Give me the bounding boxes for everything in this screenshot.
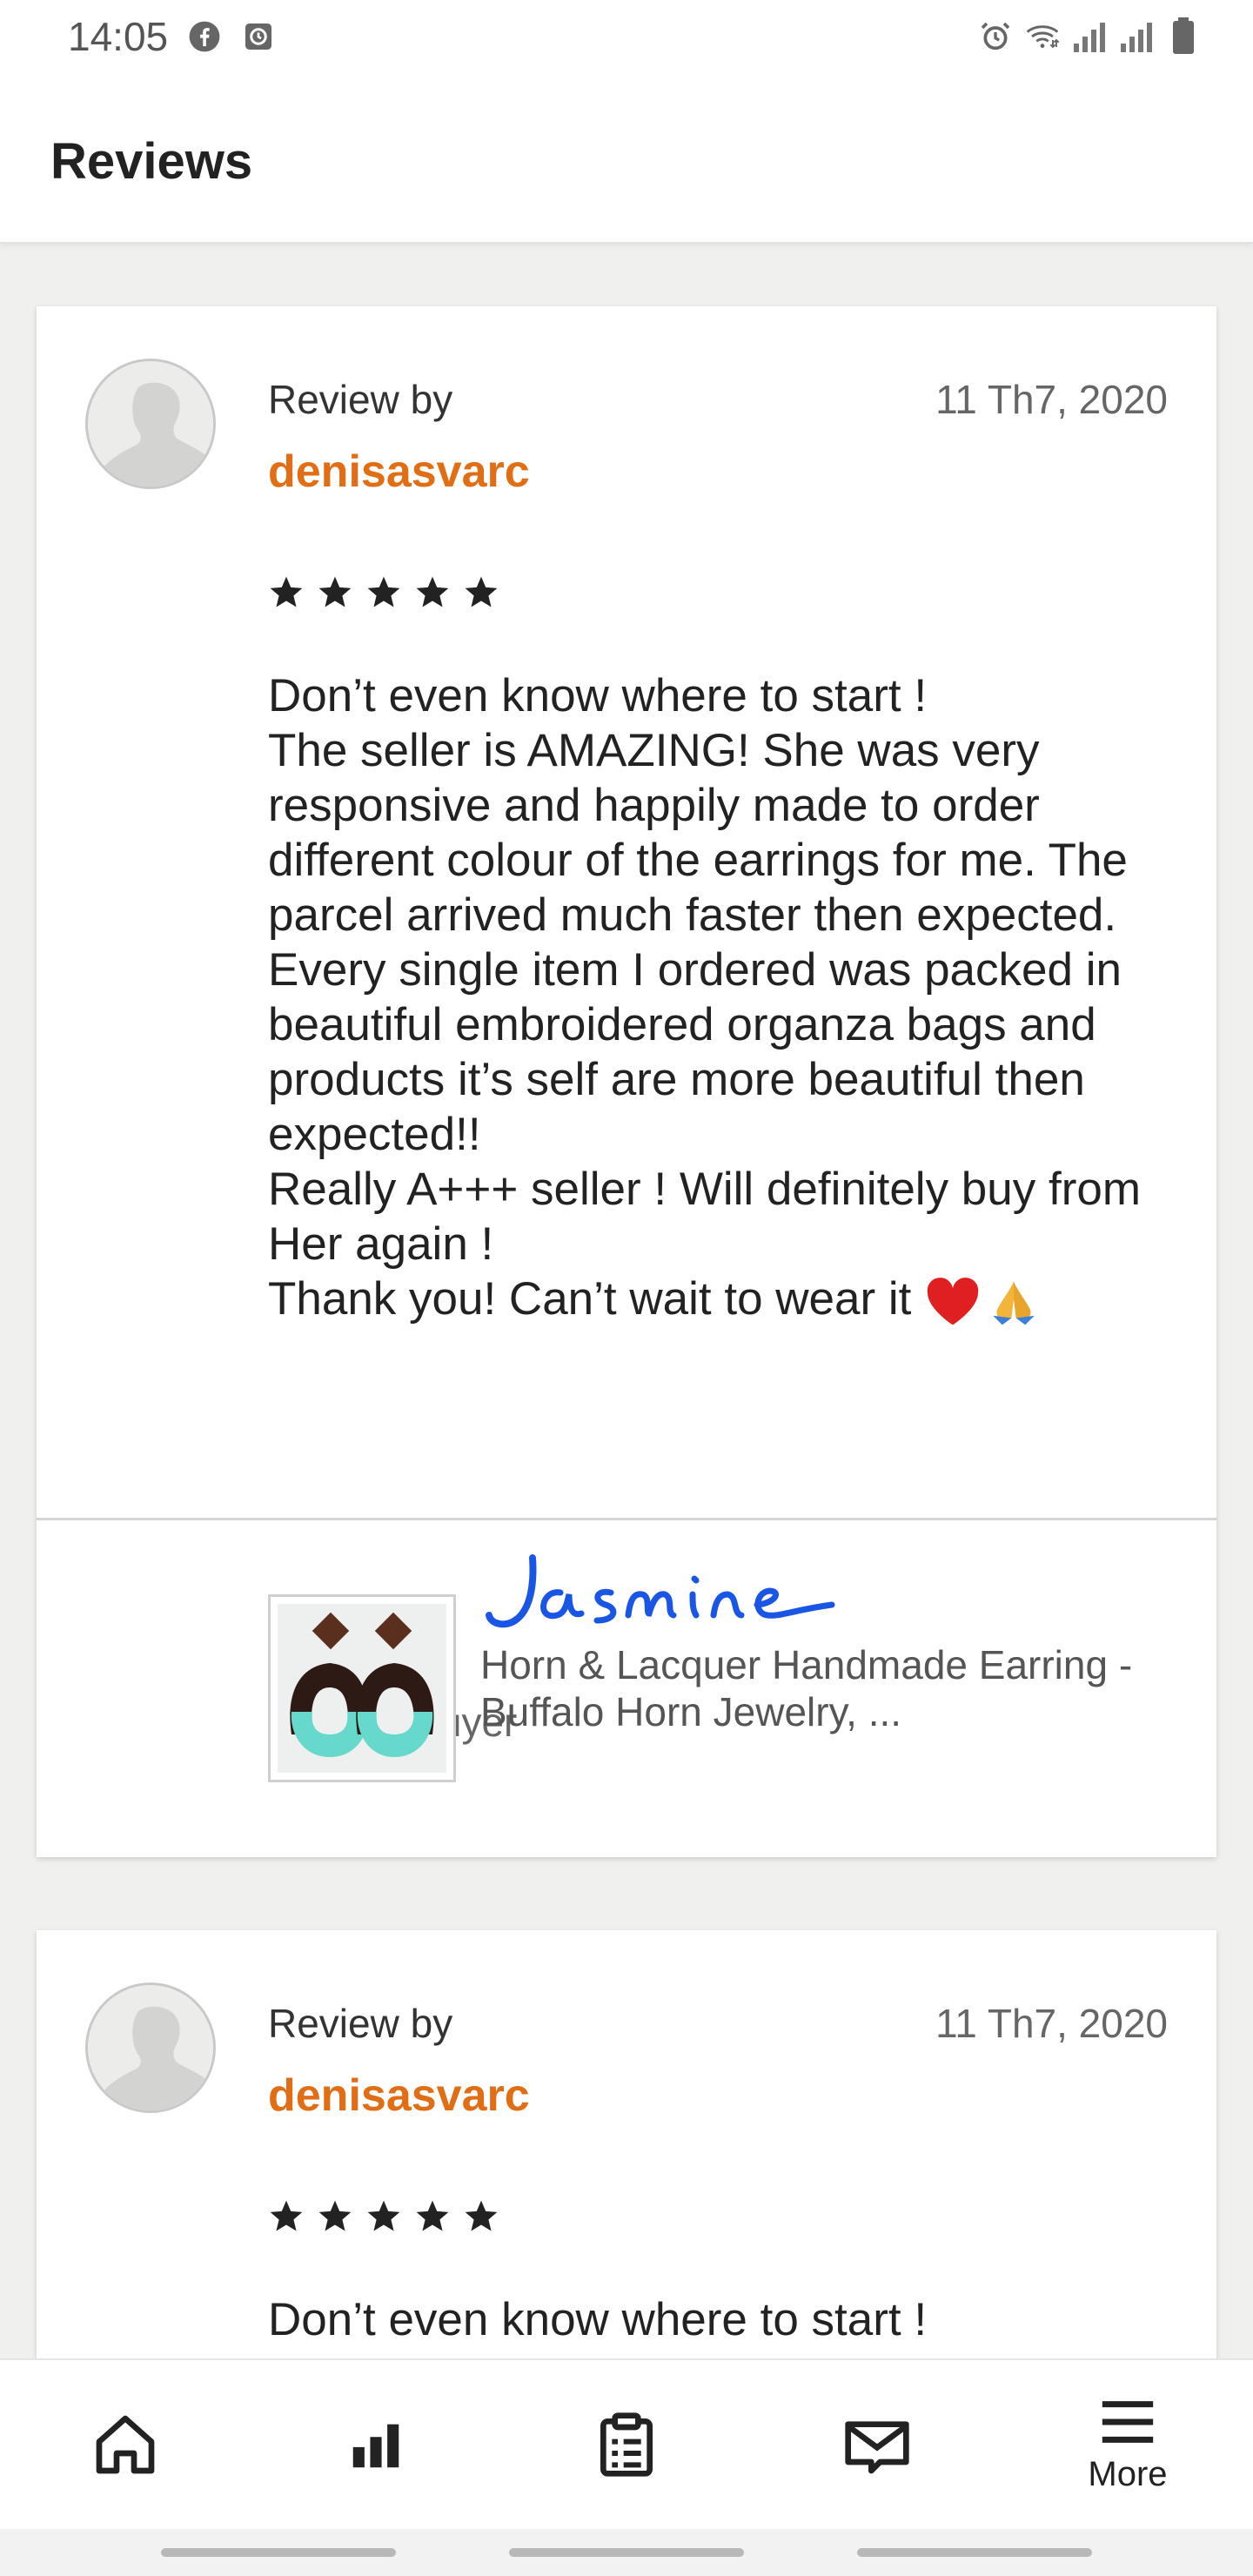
review-by-label: Review by xyxy=(268,377,453,422)
card-divider xyxy=(37,1518,1216,1520)
listing-thumbnail[interactable] xyxy=(268,1594,456,1782)
gesture-pill[interactable] xyxy=(161,2548,396,2557)
gesture-pill[interactable] xyxy=(857,2548,1092,2557)
status-left: 14:05 xyxy=(68,13,276,60)
gesture-bar xyxy=(0,2529,1253,2576)
stats-icon xyxy=(352,2424,399,2468)
page-title: Reviews xyxy=(50,133,253,190)
battery-icon xyxy=(1166,17,1201,54)
nav-stats[interactable] xyxy=(289,2359,463,2530)
signal-2-icon xyxy=(1119,19,1154,54)
star-rating xyxy=(268,2198,499,2235)
review-date: 11 Th7, 2020 xyxy=(935,377,1168,422)
star-icon xyxy=(416,2200,449,2231)
app-header: Reviews xyxy=(0,73,1253,244)
nav-more[interactable]: More xyxy=(1041,2359,1215,2530)
nav-orders[interactable] xyxy=(539,2359,714,2530)
review-emojis xyxy=(924,1277,1042,1327)
star-icon xyxy=(416,576,449,607)
star-icon xyxy=(318,2200,352,2231)
gesture-pill[interactable] xyxy=(509,2548,744,2557)
star-icon xyxy=(367,2200,400,2231)
nav-more-label: More xyxy=(1088,2454,1168,2493)
reviewer-name[interactable]: denisasvarc xyxy=(268,2070,530,2122)
messages-icon xyxy=(845,2421,909,2474)
reviewer-name[interactable]: denisasvarc xyxy=(268,446,530,498)
folded-hands-icon xyxy=(993,1281,1035,1325)
home-icon xyxy=(96,2415,155,2474)
menu-icon xyxy=(1102,2400,1154,2443)
facebook-icon xyxy=(187,19,222,54)
clock-app-icon xyxy=(241,19,276,54)
review-date: 11 Th7, 2020 xyxy=(935,2001,1168,2046)
review-card: Review by 11 Th7, 2020 denisasvarc Don’t… xyxy=(37,306,1216,1857)
avatar[interactable] xyxy=(85,359,216,489)
star-icon xyxy=(270,2200,303,2231)
star-icon xyxy=(318,576,352,607)
review-text: Don’t even know where to start ! The sel… xyxy=(268,668,1190,1327)
status-time: 14:05 xyxy=(68,14,169,59)
review-by-label: Review by xyxy=(268,2001,453,2046)
listing-link[interactable]: Horn & Lacquer Handmade Earring - Buffal… xyxy=(268,1594,1142,1782)
star-icon xyxy=(465,2200,498,2231)
star-icon xyxy=(367,576,400,607)
status-right xyxy=(978,17,1201,54)
nav-home[interactable] xyxy=(38,2359,212,2530)
status-bar: 14:05 xyxy=(0,0,1253,73)
nav-messages[interactable] xyxy=(790,2359,964,2530)
star-icon xyxy=(465,576,498,607)
alarm-icon xyxy=(978,19,1013,54)
listing-title[interactable]: Horn & Lacquer Handmade Earring - Buffal… xyxy=(480,1641,1142,1735)
wifi-icon xyxy=(1025,19,1060,54)
signal-1-icon xyxy=(1072,19,1107,54)
heart-icon xyxy=(927,1278,979,1325)
star-rating xyxy=(268,574,499,611)
bottom-nav: More xyxy=(0,2358,1253,2529)
avatar[interactable] xyxy=(85,1982,216,2113)
review-text: Don’t even know where to start ! xyxy=(268,2294,928,2345)
star-icon xyxy=(270,576,303,607)
review-text-body: Don’t even know where to start ! The sel… xyxy=(268,670,1141,1325)
orders-icon xyxy=(600,2412,653,2477)
